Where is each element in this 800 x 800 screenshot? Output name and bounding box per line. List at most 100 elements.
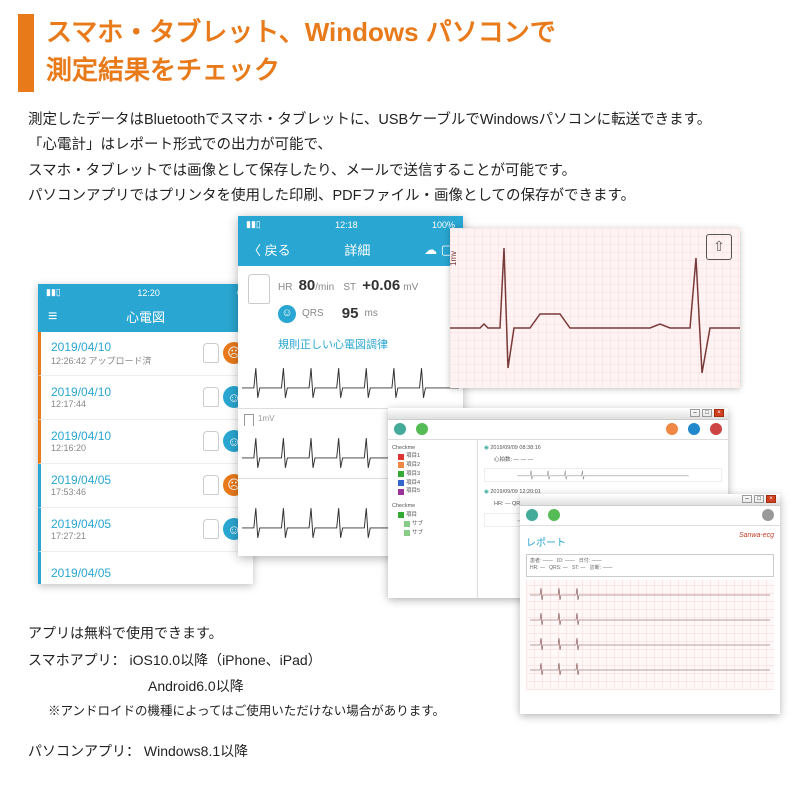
- intro-line: スマホ・タブレットでは画像として保存したり、メールで送信することが可能です。: [28, 159, 772, 184]
- clock: 12:20: [137, 288, 160, 298]
- report-metadata: 患者: ―― ID: ―― 日付: ―― HR: ― QRS: ― ST: ― …: [526, 554, 774, 577]
- body-icon: [203, 387, 219, 407]
- page-header: スマホ・タブレット、Windows パソコンで 測定結果をチェック: [0, 0, 800, 102]
- screenshots-area: ▮▮▯ 12:20 ▭ ≡ 心電図 2019/04/1012:26:42 アップ…: [0, 224, 800, 604]
- intro-line: パソコンアプリではプリンタを使用した印刷、PDFファイル・画像としての保存ができ…: [28, 184, 772, 209]
- share-icon[interactable]: ⇧: [706, 234, 732, 260]
- page-title: スマホ・タブレット、Windows パソコンで 測定結果をチェック: [46, 14, 556, 92]
- body-icon: [203, 475, 219, 495]
- smart-label: スマホアプリ：: [28, 652, 126, 668]
- accent-bar: [18, 14, 34, 92]
- folder-icon: [398, 512, 404, 518]
- window-chrome: – □ ×: [520, 494, 780, 506]
- tool-icon[interactable]: [548, 509, 560, 521]
- item-time: 17:27:21: [51, 531, 111, 541]
- folder-icon: [398, 471, 404, 477]
- window-chrome: – □ ×: [388, 408, 728, 420]
- android-req: Android6.0以降: [28, 673, 445, 700]
- menu-icon[interactable]: ≡: [48, 308, 57, 326]
- list-item[interactable]: 2019/04/1012:16:20 ☺: [38, 420, 253, 464]
- phone-list-screen: ▮▮▯ 12:20 ▭ ≡ 心電図 2019/04/1012:26:42 アップ…: [38, 284, 253, 584]
- pc-req: Windows8.1以降: [144, 743, 248, 759]
- report-title: レポート: [526, 532, 774, 551]
- ecg-waveform: [238, 358, 463, 408]
- minimize-button[interactable]: –: [690, 409, 700, 417]
- report-ecg-grid: [526, 580, 774, 690]
- hr-label: HR: [278, 282, 292, 293]
- app-header: ≡ 心電図: [38, 302, 253, 332]
- toolbar: [520, 506, 780, 526]
- timestamp: 2019/09/09 08:38:16: [490, 445, 540, 451]
- mini-waveform: [484, 468, 722, 482]
- signal-icon: ▮▮▯: [46, 287, 61, 298]
- device-tree[interactable]: Checkme 項目1 項目2 項目3 項目4 項目5 Checkme 項目 サ…: [388, 440, 478, 598]
- happy-face-icon: ☺: [278, 305, 296, 323]
- settings-icon[interactable]: [688, 423, 700, 435]
- minimize-button[interactable]: –: [742, 495, 752, 503]
- screen-title: 心電図: [126, 307, 165, 326]
- close-button[interactable]: ×: [714, 409, 724, 417]
- close-button[interactable]: ×: [766, 495, 776, 503]
- rhythm-text: 規則正しい心電図調律: [238, 334, 463, 358]
- screen-title: 詳細: [344, 240, 370, 259]
- hr-value: 80: [299, 277, 316, 294]
- list-item[interactable]: 2019/04/0517:27:21 ☺: [38, 508, 253, 552]
- body-icon: [203, 343, 219, 363]
- folder-icon: [398, 462, 404, 468]
- tree-root: Checkme: [392, 444, 415, 453]
- folder-icon: [398, 489, 404, 495]
- qrs-value: 95: [342, 302, 359, 326]
- share-icons[interactable]: ☁ ▢: [424, 242, 453, 258]
- desktop-report-window: – □ × Sanwa-ecg レポート 患者: ―― ID: ―― 日付: ―…: [520, 494, 780, 714]
- sync-icon[interactable]: [394, 423, 406, 435]
- title-line1: スマホ・タブレット、Windows パソコンで: [46, 17, 556, 47]
- intro-line: 測定したデータはBluetoothでスマホ・タブレットに、USBケーブルでWin…: [28, 108, 772, 133]
- folder-icon: [404, 521, 410, 527]
- metrics-panel: HR 80/min ST +0.06 mV ☺QRS 95 ms: [238, 266, 463, 334]
- info-icon[interactable]: [710, 423, 722, 435]
- share-icon[interactable]: [416, 423, 428, 435]
- print-icon[interactable]: [666, 423, 678, 435]
- item-time: 17:53:46: [51, 487, 111, 497]
- maximize-button[interactable]: □: [754, 495, 764, 503]
- st-value: +0.06: [362, 277, 400, 294]
- status-bar: ▮▮▯ 12:18 100%: [238, 216, 463, 234]
- brand-text: Sanwa-ecg: [739, 532, 774, 539]
- intro-text: 測定したデータはBluetoothでスマホ・タブレットに、USBケーブルでWin…: [0, 102, 800, 220]
- folder-icon: [404, 530, 410, 536]
- free-text: アプリは無料で使用できます。: [28, 620, 445, 647]
- item-date: 2019/04/10: [51, 385, 111, 399]
- list-item[interactable]: 2019/04/05: [38, 552, 253, 584]
- list-item[interactable]: 2019/04/1012:17:44 ☺: [38, 376, 253, 420]
- body-icon: [248, 274, 270, 304]
- status-bar: ▮▮▯ 12:20 ▭: [38, 284, 253, 302]
- maximize-button[interactable]: □: [702, 409, 712, 417]
- ecg-printout: 1mv ⇧: [450, 228, 740, 388]
- item-time: 12:26:42 アップロード済: [51, 354, 152, 367]
- pc-label: パソコンアプリ：: [28, 743, 140, 759]
- title-line2: 測定結果をチェック: [46, 55, 280, 85]
- list-item[interactable]: 2019/04/0517:53:46 ☹: [38, 464, 253, 508]
- body-icon: [203, 519, 219, 539]
- back-button[interactable]: 〈 戻る: [248, 240, 291, 259]
- tool-icon[interactable]: [762, 509, 774, 521]
- folder-icon: [398, 480, 404, 486]
- item-date: 2019/04/05: [51, 473, 111, 487]
- qrs-label: QRS: [302, 306, 324, 322]
- body-icon: [203, 431, 219, 451]
- tool-icon[interactable]: [526, 509, 538, 521]
- item-date: 2019/04/05: [51, 517, 111, 531]
- folder-icon: [398, 454, 404, 460]
- item-date: 2019/04/10: [51, 340, 152, 354]
- item-time: 12:16:20: [51, 443, 111, 453]
- footer-requirements: アプリは無料で使用できます。 スマホアプリ： iOS10.0以降（iPhone、…: [28, 620, 445, 764]
- item-date: 2019/04/05: [51, 566, 111, 580]
- signal-icon: ▮▮▯: [246, 219, 261, 230]
- st-label: ST: [343, 282, 356, 293]
- item-time: 12:17:44: [51, 399, 111, 409]
- toolbar: [388, 420, 728, 440]
- ios-req: iOS10.0以降（iPhone、iPad）: [129, 652, 321, 668]
- list-item[interactable]: 2019/04/1012:26:42 アップロード済 ☹: [38, 332, 253, 376]
- item-date: 2019/04/10: [51, 429, 111, 443]
- app-header: 〈 戻る 詳細 ☁ ▢: [238, 234, 463, 266]
